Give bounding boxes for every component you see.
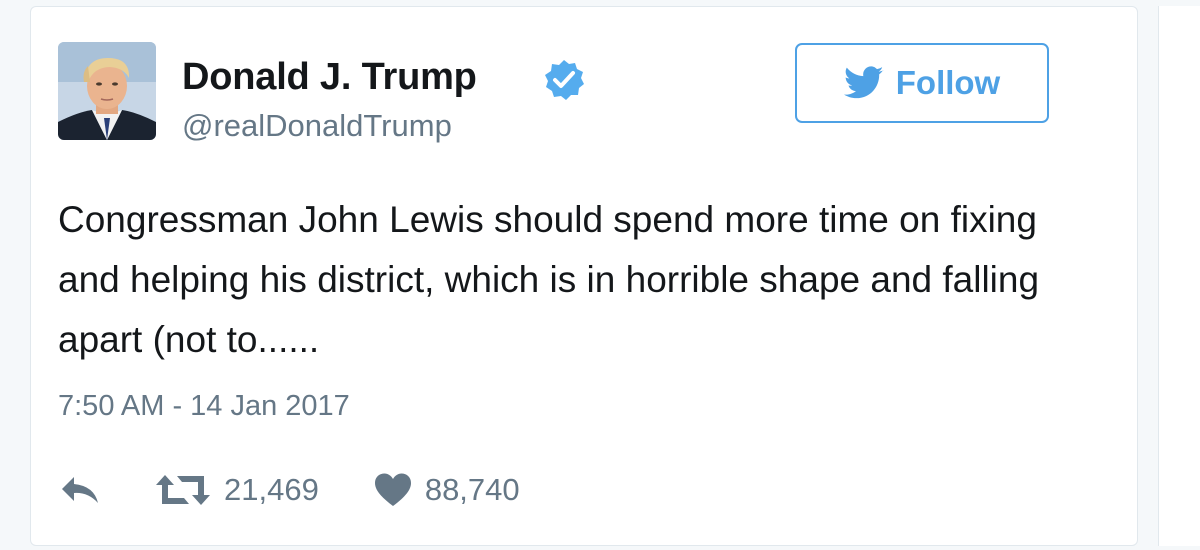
tweet-actions: 21,469 88,740 [58, 466, 520, 514]
avatar[interactable] [58, 42, 156, 140]
twitter-bird-icon [843, 66, 884, 99]
like-button[interactable]: 88,740 [373, 472, 520, 508]
follow-button[interactable]: Follow [795, 43, 1049, 123]
reply-button[interactable] [58, 473, 102, 507]
retweet-icon [156, 475, 210, 505]
retweet-count: 21,469 [224, 472, 319, 507]
display-name[interactable]: Donald J. Trump [182, 56, 477, 99]
tweet-text: Congressman John Lewis should spend more… [58, 199, 1040, 360]
profile-photo [58, 42, 156, 140]
heart-icon [374, 473, 411, 506]
reply-icon [62, 477, 98, 503]
verified-badge-icon [545, 60, 584, 100]
retweet-button[interactable]: 21,469 [154, 472, 319, 508]
like-count: 88,740 [424, 472, 520, 507]
user-handle[interactable]: @realDonaldTrump [182, 108, 452, 144]
follow-button-label: Follow [895, 64, 1001, 101]
tweet-timestamp[interactable]: 7:50 AM - 14 Jan 2017 [58, 390, 350, 423]
side-panel-edge [1158, 6, 1200, 546]
